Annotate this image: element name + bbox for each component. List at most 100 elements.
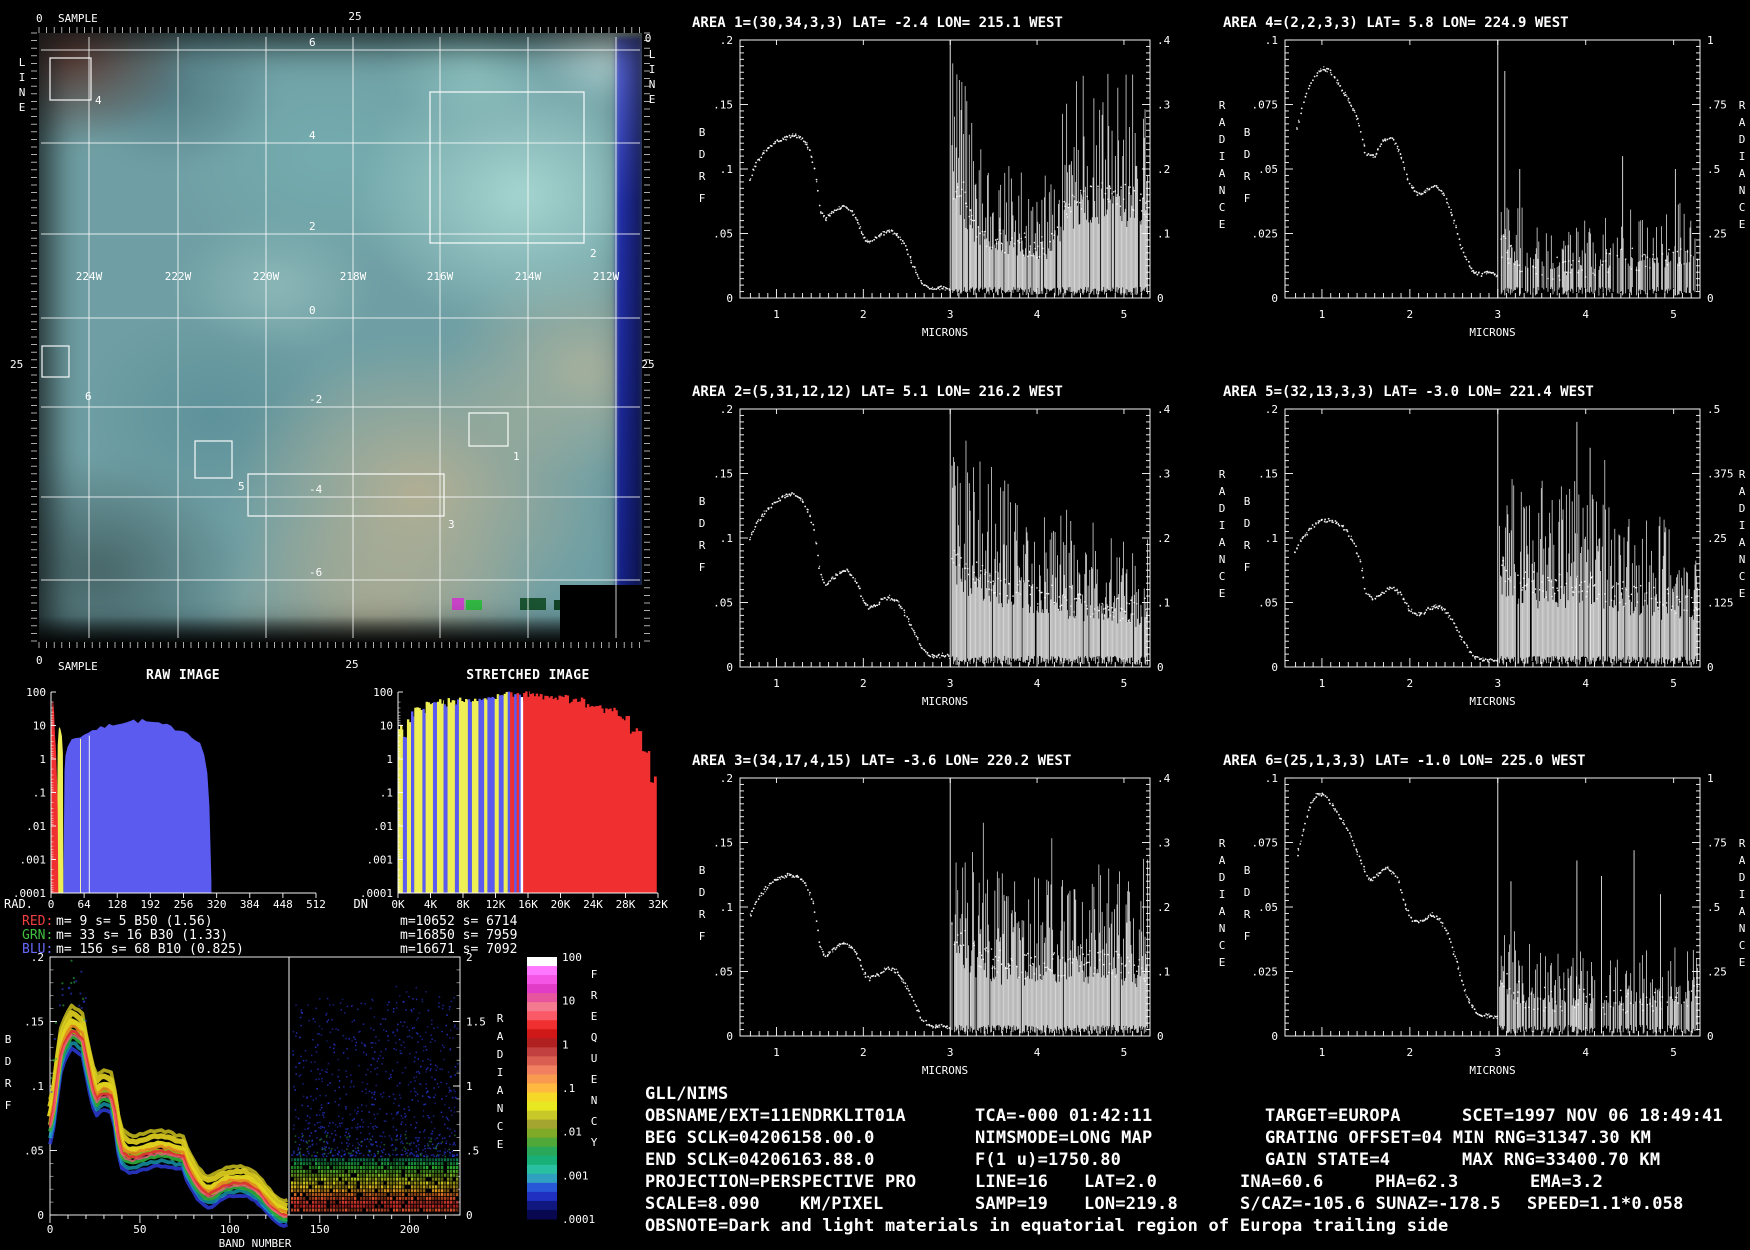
svg-text:RED:: RED: — [22, 914, 53, 929]
svg-text:AREA 3=(34,17,4,15) LAT= -3.6: AREA 3=(34,17,4,15) LAT= -3.6 LON= 220.2… — [692, 753, 1071, 769]
radiance-noise — [951, 440, 1148, 665]
svg-text:C: C — [1219, 201, 1226, 214]
svg-text:.15: .15 — [24, 1016, 44, 1029]
svg-text:.1: .1 — [33, 787, 46, 800]
svg-text:m=16850 s= 7959: m=16850 s= 7959 — [400, 928, 517, 943]
svg-text:B: B — [5, 1033, 12, 1046]
bdrf-curve — [1296, 66, 1499, 278]
svg-text:12K: 12K — [486, 898, 506, 911]
svg-text:I: I — [19, 71, 26, 84]
metadata-field: OBSNAME/EXT=11ENDRKLIT01A — [645, 1106, 906, 1126]
plots-layer: 426153224W 222W 220W 218W 216W 214W 212W6420-2… — [4, 10, 1746, 1250]
svg-text:E: E — [497, 1138, 504, 1151]
svg-text:I: I — [1739, 519, 1746, 532]
svg-text:R: R — [1739, 99, 1746, 112]
svg-text:.5: .5 — [1707, 163, 1720, 176]
svg-text:192: 192 — [140, 898, 160, 911]
svg-text:.125: .125 — [1707, 597, 1734, 610]
svg-text:3: 3 — [1494, 1046, 1501, 1059]
svg-text:E: E — [1219, 218, 1226, 231]
svg-text:I: I — [1739, 888, 1746, 901]
svg-text:218W: 218W — [340, 270, 367, 283]
svg-text:N: N — [19, 86, 26, 99]
svg-text:MICRONS: MICRONS — [922, 326, 968, 339]
svg-text:32K: 32K — [648, 898, 668, 911]
svg-text:.05: .05 — [713, 228, 733, 241]
svg-text:-4: -4 — [309, 483, 323, 496]
svg-text:448: 448 — [273, 898, 293, 911]
svg-text:R: R — [1244, 908, 1251, 921]
svg-text:F: F — [699, 561, 706, 574]
svg-text:E: E — [19, 101, 26, 114]
svg-text:0: 0 — [48, 898, 55, 911]
svg-text:0: 0 — [47, 1223, 54, 1236]
svg-text:3: 3 — [448, 518, 455, 531]
svg-text:N: N — [1739, 184, 1746, 197]
svg-text:2: 2 — [860, 1046, 867, 1059]
svg-text:AREA 6=(25,1,3,3) LAT= -1.0 L: AREA 6=(25,1,3,3) LAT= -1.0 LON= 225.0 W… — [1223, 753, 1585, 769]
svg-text:.1: .1 — [720, 532, 733, 545]
svg-text:2: 2 — [590, 247, 597, 260]
svg-text:8K: 8K — [456, 898, 470, 911]
svg-text:MICRONS: MICRONS — [1469, 1064, 1515, 1077]
svg-text:.1: .1 — [720, 163, 733, 176]
svg-text:N: N — [1739, 553, 1746, 566]
svg-text:10: 10 — [380, 720, 393, 733]
bdrf-curve — [1294, 517, 1498, 663]
svg-text:0: 0 — [726, 661, 733, 674]
svg-text:0: 0 — [466, 1209, 473, 1222]
svg-text:0: 0 — [645, 32, 652, 45]
svg-text:.05: .05 — [24, 1145, 44, 1158]
svg-text:.01: .01 — [26, 820, 46, 833]
svg-text:.001: .001 — [20, 854, 47, 867]
svg-text:.05: .05 — [1258, 597, 1278, 610]
svg-text:128: 128 — [107, 898, 127, 911]
svg-text:R: R — [5, 1077, 12, 1090]
map-grid — [41, 37, 640, 638]
svg-text:0: 0 — [1271, 661, 1278, 674]
svg-text:.05: .05 — [1258, 901, 1278, 914]
svg-text:4: 4 — [1582, 308, 1589, 321]
svg-text:2: 2 — [860, 677, 867, 690]
svg-text:R: R — [1739, 837, 1746, 850]
svg-text:100: 100 — [26, 686, 46, 699]
svg-text:0: 0 — [1707, 292, 1714, 305]
svg-text:B: B — [1244, 126, 1251, 139]
svg-text:m= 9 s= 5 B50 (1.56): m= 9 s= 5 B50 (1.56) — [56, 914, 213, 929]
svg-text:A: A — [1739, 167, 1746, 180]
svg-text:5: 5 — [1670, 677, 1677, 690]
svg-text:D: D — [1244, 148, 1251, 161]
svg-text:.2: .2 — [31, 951, 44, 964]
metadata-field: KM/PIXEL — [800, 1194, 884, 1214]
svg-text:D: D — [1219, 871, 1226, 884]
svg-text:.5: .5 — [1707, 403, 1720, 416]
svg-text:.25: .25 — [1707, 532, 1727, 545]
area-plot-1: AREA 1=(30,34,3,3) LAT= -2.4 LON= 215.1 … — [692, 15, 1226, 339]
svg-text:A: A — [1219, 905, 1226, 918]
svg-text:.1: .1 — [31, 1080, 44, 1093]
svg-text:220W: 220W — [253, 270, 280, 283]
svg-text:.2: .2 — [1157, 901, 1170, 914]
svg-text:AREA 1=(30,34,3,3) LAT= -2.4: AREA 1=(30,34,3,3) LAT= -2.4 LON= 215.1 … — [692, 15, 1063, 31]
svg-text:212W: 212W — [593, 270, 620, 283]
svg-text:F: F — [699, 192, 706, 205]
svg-text:C: C — [1739, 570, 1746, 583]
svg-text:C: C — [1739, 939, 1746, 952]
svg-text:E: E — [649, 93, 656, 106]
svg-text:I: I — [1219, 888, 1226, 901]
svg-text:3: 3 — [1494, 308, 1501, 321]
svg-text:222W: 222W — [165, 270, 192, 283]
svg-text:D: D — [699, 517, 706, 530]
metadata-field: LAT=2.0 — [1084, 1172, 1158, 1192]
svg-text:A: A — [1219, 536, 1226, 549]
svg-text:R: R — [1739, 468, 1746, 481]
svg-text:25: 25 — [10, 358, 23, 371]
svg-text:L: L — [19, 56, 26, 69]
svg-text:1: 1 — [773, 677, 780, 690]
radiance-noise — [951, 822, 1148, 1034]
svg-text:4: 4 — [1582, 677, 1589, 690]
svg-text:4: 4 — [1034, 677, 1041, 690]
svg-text:.1: .1 — [1265, 34, 1278, 47]
raw-histogram: 100101.1.01.001.00010 64 128 192 256 320 384 44… — [4, 686, 326, 957]
svg-text:3: 3 — [947, 308, 954, 321]
